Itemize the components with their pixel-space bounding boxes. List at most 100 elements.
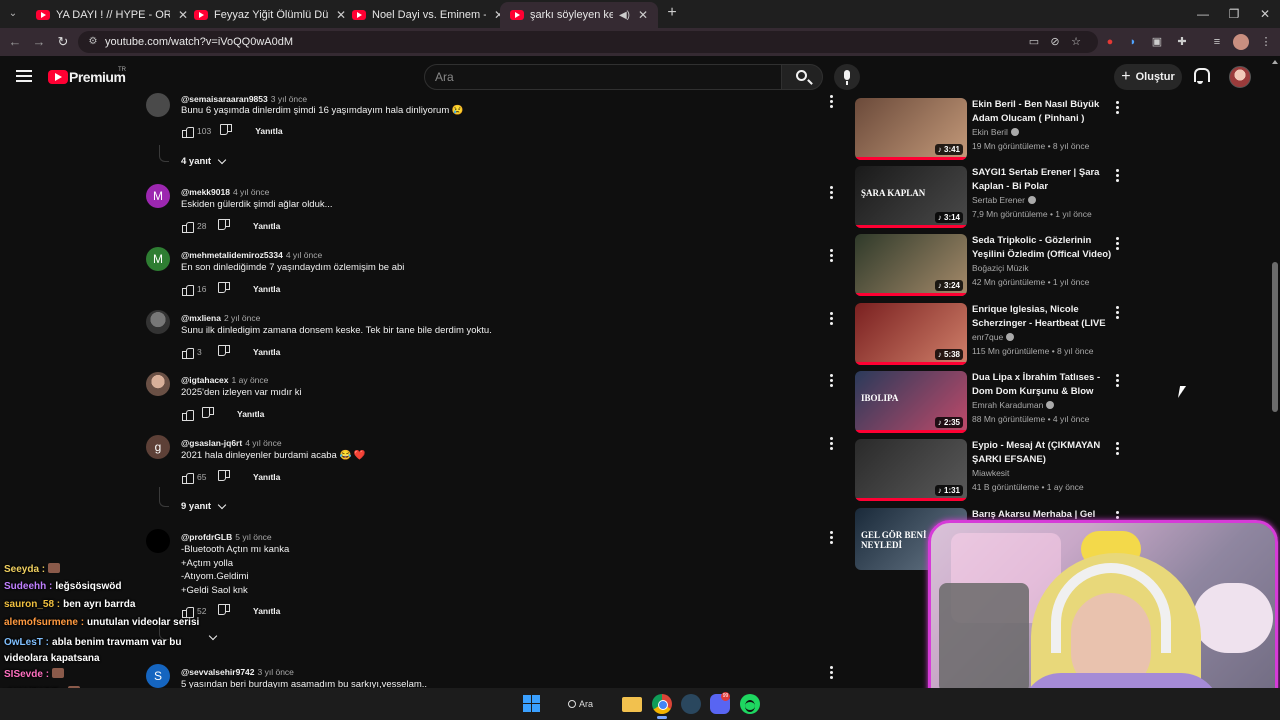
channel-name[interactable]: Emrah Karaduman [972, 400, 1055, 410]
comment-author[interactable]: @sevvalsehir9742 [181, 667, 255, 677]
account-avatar[interactable] [1229, 66, 1251, 88]
notifications-bell-icon[interactable] [1193, 68, 1210, 84]
puzzle-icon[interactable]: ✚ [1175, 35, 1189, 49]
site-info-icon[interactable]: ⚙ [86, 35, 100, 49]
comment-time[interactable]: 1 ay önce [232, 375, 269, 385]
comment-author[interactable]: @profdrGLB [181, 532, 232, 542]
view-replies-button[interactable]: 4 yanıt [181, 155, 227, 167]
recommended-video[interactable]: IBOLIPA ♪ 2:35 Dua Lipa x İbrahim Tatlıses… [855, 371, 1135, 433]
comment-menu-icon[interactable] [830, 312, 834, 325]
taskbar-search[interactable]: Ara [562, 694, 608, 714]
bookmark-star-icon[interactable]: ☆ [1069, 35, 1083, 49]
restore-icon[interactable]: ❐ [1219, 5, 1249, 23]
scroll-up-icon[interactable] [1272, 60, 1278, 64]
like-icon[interactable] [181, 471, 194, 484]
comment-time[interactable]: 3 yıl önce [271, 94, 307, 104]
comment-time[interactable]: 3 yıl önce [258, 667, 294, 677]
comment-author[interactable]: @gsaslan-jq6rt [181, 438, 242, 448]
browser-tab[interactable]: Noel Dayi vs. Eminem - YouTube ✕ [342, 2, 514, 28]
recommended-video[interactable]: ♪ 1:31 Eypio - Mesaj At (ÇIKMAYAN ŞARKI E… [855, 439, 1135, 501]
extension-icon[interactable]: ▣ [1150, 35, 1164, 49]
eye-off-icon[interactable]: ⊘ [1048, 35, 1062, 49]
cast-icon[interactable]: ▭ [1027, 35, 1041, 49]
back-icon[interactable]: ← [6, 33, 24, 51]
youtube-logo-icon[interactable] [48, 70, 68, 84]
comment-time[interactable]: 4 yıl önce [233, 187, 269, 197]
minimize-icon[interactable]: — [1188, 5, 1218, 23]
comment-author[interactable]: @semaisaraaran9853 [181, 94, 268, 104]
recommended-video[interactable]: ♪ 5:38 Enrique Iglesias, Nicole Scherzing… [855, 303, 1135, 365]
comment-author[interactable]: @igtahacex [181, 375, 229, 385]
comment-avatar[interactable] [146, 372, 170, 396]
search-input[interactable] [435, 70, 765, 84]
video-thumbnail[interactable]: ♪ 3:24 [855, 234, 967, 296]
youtube-premium-logo[interactable]: Premium [69, 69, 126, 85]
comment-avatar[interactable] [146, 310, 170, 334]
video-menu-icon[interactable] [1116, 101, 1120, 114]
close-tab-icon[interactable]: ✕ [636, 8, 650, 22]
like-icon[interactable] [181, 605, 194, 618]
comment-time[interactable]: 5 yıl önce [235, 532, 271, 542]
comment-menu-icon[interactable] [830, 531, 834, 544]
comment-avatar[interactable]: g [146, 435, 170, 459]
channel-name[interactable]: Sertab Erener [972, 195, 1036, 205]
channel-name[interactable]: Miawkesit [972, 468, 1009, 478]
video-title[interactable]: Ekin Beril - Ben Nasıl Büyük Adam Olucam… [972, 98, 1112, 125]
video-menu-icon[interactable] [1116, 237, 1120, 250]
video-title[interactable]: Dua Lipa x İbrahim Tatlıses - Dom Dom Ku… [972, 371, 1112, 398]
video-thumbnail[interactable]: ♪ 5:38 [855, 303, 967, 365]
profile-avatar[interactable] [1233, 34, 1249, 50]
comment-author[interactable]: @mehmetalidemiroz5334 [181, 250, 283, 260]
close-window-icon[interactable]: ✕ [1250, 5, 1280, 23]
comment-time[interactable]: 2 yıl önce [224, 313, 260, 323]
recommended-video[interactable]: ♪ 3:24 Seda Tripkolic - Gözlerinin Yeşili… [855, 234, 1135, 296]
comment-avatar[interactable] [146, 529, 170, 553]
view-replies-button[interactable]: 9 yanıt [181, 500, 227, 512]
create-button[interactable]: + Oluştur [1114, 64, 1182, 90]
video-menu-icon[interactable] [1116, 374, 1120, 387]
reply-button[interactable]: Yanıtla [253, 472, 280, 482]
tab-search-icon[interactable]: ⌄ [4, 5, 22, 23]
comment-menu-icon[interactable] [830, 249, 834, 262]
browser-tab[interactable]: YA DAYI ! // HYPE - ORTAYA KARIŞIK ✕ [26, 2, 198, 28]
channel-name[interactable]: Boğaziçi Müzik [972, 263, 1029, 273]
dislike-icon[interactable] [219, 220, 231, 232]
new-tab-button[interactable]: + [662, 3, 682, 23]
comment-author[interactable]: @mxliena [181, 313, 221, 323]
dislike-icon[interactable] [219, 605, 231, 617]
reply-button[interactable]: Yanıtla [253, 221, 280, 231]
video-thumbnail[interactable]: ŞARA KAPLAN ♪ 3:14 [855, 166, 967, 228]
reply-button[interactable]: Yanıtla [253, 606, 280, 616]
like-icon[interactable] [181, 346, 194, 359]
video-menu-icon[interactable] [1116, 442, 1120, 455]
channel-name[interactable]: Ekin Beril [972, 127, 1019, 137]
file-explorer-icon[interactable] [622, 697, 642, 712]
browser-menu-icon[interactable]: ⋮ [1259, 35, 1273, 49]
dislike-icon[interactable] [203, 408, 215, 420]
windows-start-icon[interactable] [522, 694, 542, 714]
browser-tab[interactable]: Feyyaz Yiğit Ölümlü Dünya Sahnesi ✕ [184, 2, 356, 28]
menu-icon[interactable] [16, 70, 32, 82]
like-icon[interactable] [181, 125, 194, 138]
video-thumbnail[interactable]: ♪ 3:41 [855, 98, 967, 160]
video-title[interactable]: Enrique Iglesias, Nicole Scherzinger - H… [972, 303, 1112, 330]
comment-menu-icon[interactable] [830, 437, 834, 450]
comment-time[interactable]: 4 yıl önce [245, 438, 281, 448]
recommended-video[interactable]: ♪ 3:41 Ekin Beril - Ben Nasıl Büyük Adam … [855, 98, 1135, 160]
like-icon[interactable] [181, 283, 194, 296]
reply-button[interactable]: Yanıtla [253, 347, 280, 357]
chrome-icon[interactable] [652, 694, 672, 714]
video-thumbnail[interactable]: ♪ 1:31 [855, 439, 967, 501]
spotify-icon[interactable] [740, 694, 760, 714]
tab-list-icon[interactable]: ≡ [1210, 35, 1224, 49]
browser-tab-active[interactable]: şarkı söyleyen kedi - YouTube ◀) ✕ [500, 2, 658, 28]
reply-button[interactable]: Yanıtla [237, 409, 264, 419]
scrollbar-thumb[interactable] [1272, 262, 1278, 412]
steam-icon[interactable] [681, 694, 701, 714]
recommended-video[interactable]: ŞARA KAPLAN ♪ 3:14 SAYGI1 Sertab Erener | … [855, 166, 1135, 228]
video-menu-icon[interactable] [1116, 169, 1120, 182]
extension-icon[interactable]: ◗ [1126, 35, 1140, 49]
omnibox[interactable]: ⚙ youtube.com/watch?v=iVoQQ0wA0dM [78, 31, 1098, 53]
comment-time[interactable]: 4 yıl önce [286, 250, 322, 260]
voice-search-icon[interactable] [834, 64, 860, 90]
